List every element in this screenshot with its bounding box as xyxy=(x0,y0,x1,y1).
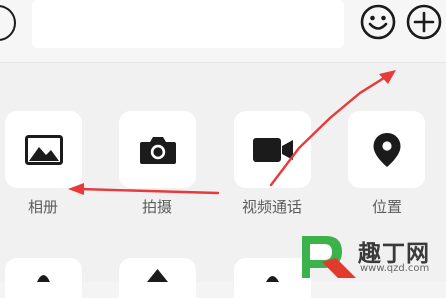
emoji-button[interactable] xyxy=(360,4,396,40)
chat-input-bar xyxy=(0,0,446,63)
row2-icon-2 xyxy=(147,269,168,282)
message-input[interactable] xyxy=(32,0,344,48)
camera-button[interactable] xyxy=(119,111,196,188)
row2-icon-1 xyxy=(37,275,50,282)
camera-label: 拍摄 xyxy=(141,198,172,216)
video-call-button[interactable] xyxy=(234,111,311,188)
more-button[interactable] xyxy=(406,4,442,40)
location-label: 位置 xyxy=(371,198,402,216)
emoji-icon xyxy=(360,4,396,40)
watermark-logo: 趣丁网 www.qzd.com xyxy=(298,232,446,282)
camera-icon xyxy=(139,136,176,164)
panel-tile-row2-1[interactable] xyxy=(5,258,82,298)
video-call-label: 视频通话 xyxy=(241,198,302,216)
plus-icon xyxy=(406,4,442,40)
location-pin-icon xyxy=(373,132,400,167)
album-label: 相册 xyxy=(27,198,58,216)
watermark-emblem xyxy=(302,236,356,278)
location-button[interactable] xyxy=(348,111,425,188)
watermark-url: www.qzd.com xyxy=(360,263,430,274)
album-button[interactable] xyxy=(5,111,82,188)
panel-tile-row2-2[interactable] xyxy=(119,258,196,298)
video-camera-icon xyxy=(252,137,293,162)
picture-icon xyxy=(24,134,63,165)
voice-button[interactable] xyxy=(0,5,16,41)
